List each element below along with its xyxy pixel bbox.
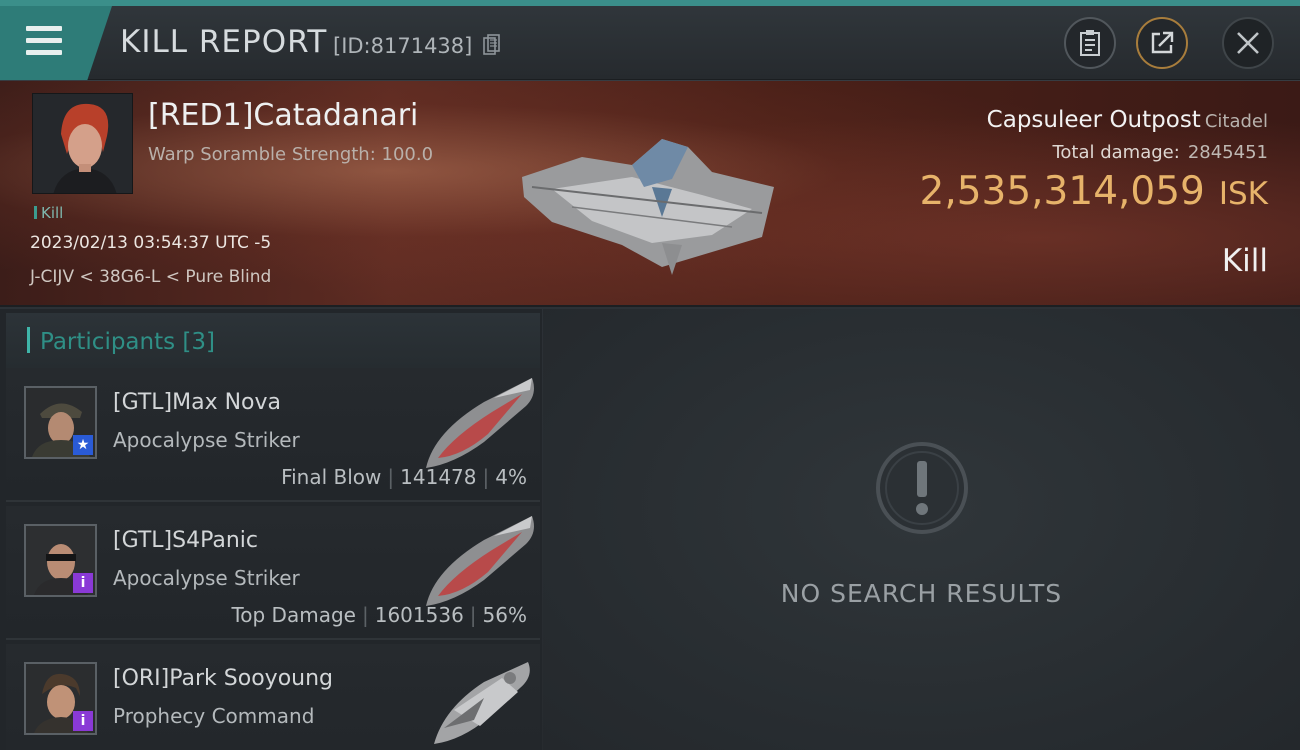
exclamation-icon bbox=[876, 442, 968, 534]
isk-amount: 2,535,314,059 bbox=[919, 169, 1205, 214]
participant-row[interactable]: ★ [GTL]Max Nova Apocalypse Striker Final… bbox=[6, 368, 540, 502]
target-name: Capsuleer Outpost Citadel bbox=[987, 107, 1268, 133]
badge-icon: i bbox=[73, 711, 93, 731]
outcome-label: Kill bbox=[1221, 243, 1268, 279]
battleship-icon bbox=[426, 378, 534, 468]
kill-report-screen: KILL REPORT [ID:8171438] [RED1]Catadanar… bbox=[0, 0, 1300, 750]
victim-stat: Warp Soramble Strength: 100.0 bbox=[148, 144, 434, 165]
participant-role: Top Damage bbox=[231, 603, 356, 627]
command-ship-icon bbox=[434, 662, 530, 744]
victim-avatar[interactable] bbox=[32, 93, 133, 194]
participant-avatar[interactable]: ★ bbox=[24, 386, 97, 459]
participant-percent: 56% bbox=[482, 603, 527, 627]
kill-location[interactable]: J-CIJV < 38G6-L < Pure Blind bbox=[30, 267, 271, 287]
participants-title: Participants [3] bbox=[40, 329, 215, 355]
victim-portrait-icon bbox=[33, 94, 132, 193]
isk-value: 2,535,314,059 ISK bbox=[920, 169, 1268, 214]
copy-icon[interactable] bbox=[483, 34, 501, 56]
report-id: [ID:8171438] bbox=[333, 34, 473, 58]
participant-damage: 141478 bbox=[400, 465, 477, 489]
participant-percent: 4% bbox=[495, 465, 527, 489]
participant-damage: 1601536 bbox=[374, 603, 464, 627]
share-button[interactable] bbox=[1136, 17, 1188, 69]
participant-role: Final Blow bbox=[281, 465, 382, 489]
citadel-structure-icon bbox=[522, 139, 774, 275]
menu-icon[interactable] bbox=[26, 26, 62, 56]
target-name-label: Capsuleer Outpost bbox=[986, 107, 1201, 133]
page-title: KILL REPORT bbox=[120, 24, 328, 60]
participant-stats: Final Blow | 141478 | 4% bbox=[281, 465, 527, 489]
badge-icon: i bbox=[73, 573, 93, 593]
result-tag: Kill bbox=[34, 204, 63, 222]
participant-row[interactable]: i [ORI]Park Sooyoung Prophecy Command bbox=[6, 644, 540, 750]
participant-name: [GTL]S4Panic bbox=[113, 528, 258, 553]
badge-icon: ★ bbox=[73, 435, 93, 455]
participant-avatar[interactable]: i bbox=[24, 524, 97, 597]
participants-header: Participants [3] bbox=[6, 313, 540, 369]
participant-name: [GTL]Max Nova bbox=[113, 390, 282, 415]
total-damage-label: Total damage: bbox=[1052, 142, 1180, 163]
results-area: NO SEARCH RESULTS bbox=[543, 309, 1300, 750]
target-class: Citadel bbox=[1204, 111, 1268, 132]
participants-panel: Participants [3] ★ [GTL]Max Nova Apocaly… bbox=[0, 309, 542, 750]
clipboard-icon bbox=[1080, 30, 1100, 56]
result-tag-label: Kill bbox=[41, 204, 64, 222]
no-results-text: NO SEARCH RESULTS bbox=[780, 579, 1063, 608]
participant-stats: Top Damage | 1601536 | 56% bbox=[231, 603, 527, 627]
total-damage-value: 2845451 bbox=[1187, 142, 1268, 163]
kill-datetime: 2023/02/13 03:54:37 UTC -5 bbox=[30, 233, 272, 253]
victim-name: [RED1]Catadanari bbox=[148, 98, 419, 133]
isk-unit: ISK bbox=[1218, 176, 1268, 212]
participant-name: [ORI]Park Sooyoung bbox=[113, 666, 334, 691]
share-icon bbox=[1151, 31, 1174, 54]
clipboard-button[interactable] bbox=[1064, 17, 1116, 69]
participant-ship: Prophecy Command bbox=[113, 704, 315, 728]
battleship-icon bbox=[426, 516, 534, 606]
participant-ship: Apocalypse Striker bbox=[113, 428, 300, 452]
participant-avatar[interactable]: i bbox=[24, 662, 97, 735]
close-button[interactable] bbox=[1222, 17, 1274, 69]
participant-row[interactable]: i [GTL]S4Panic Apocalypse Striker Top Da… bbox=[6, 506, 540, 640]
close-icon bbox=[1237, 32, 1259, 54]
victim-banner: [RED1]Catadanari Warp Soramble Strength:… bbox=[0, 81, 1300, 307]
header-bar: KILL REPORT [ID:8171438] bbox=[0, 6, 1300, 80]
total-damage: Total damage: 2845451 bbox=[1052, 142, 1268, 163]
participant-ship: Apocalypse Striker bbox=[113, 566, 300, 590]
